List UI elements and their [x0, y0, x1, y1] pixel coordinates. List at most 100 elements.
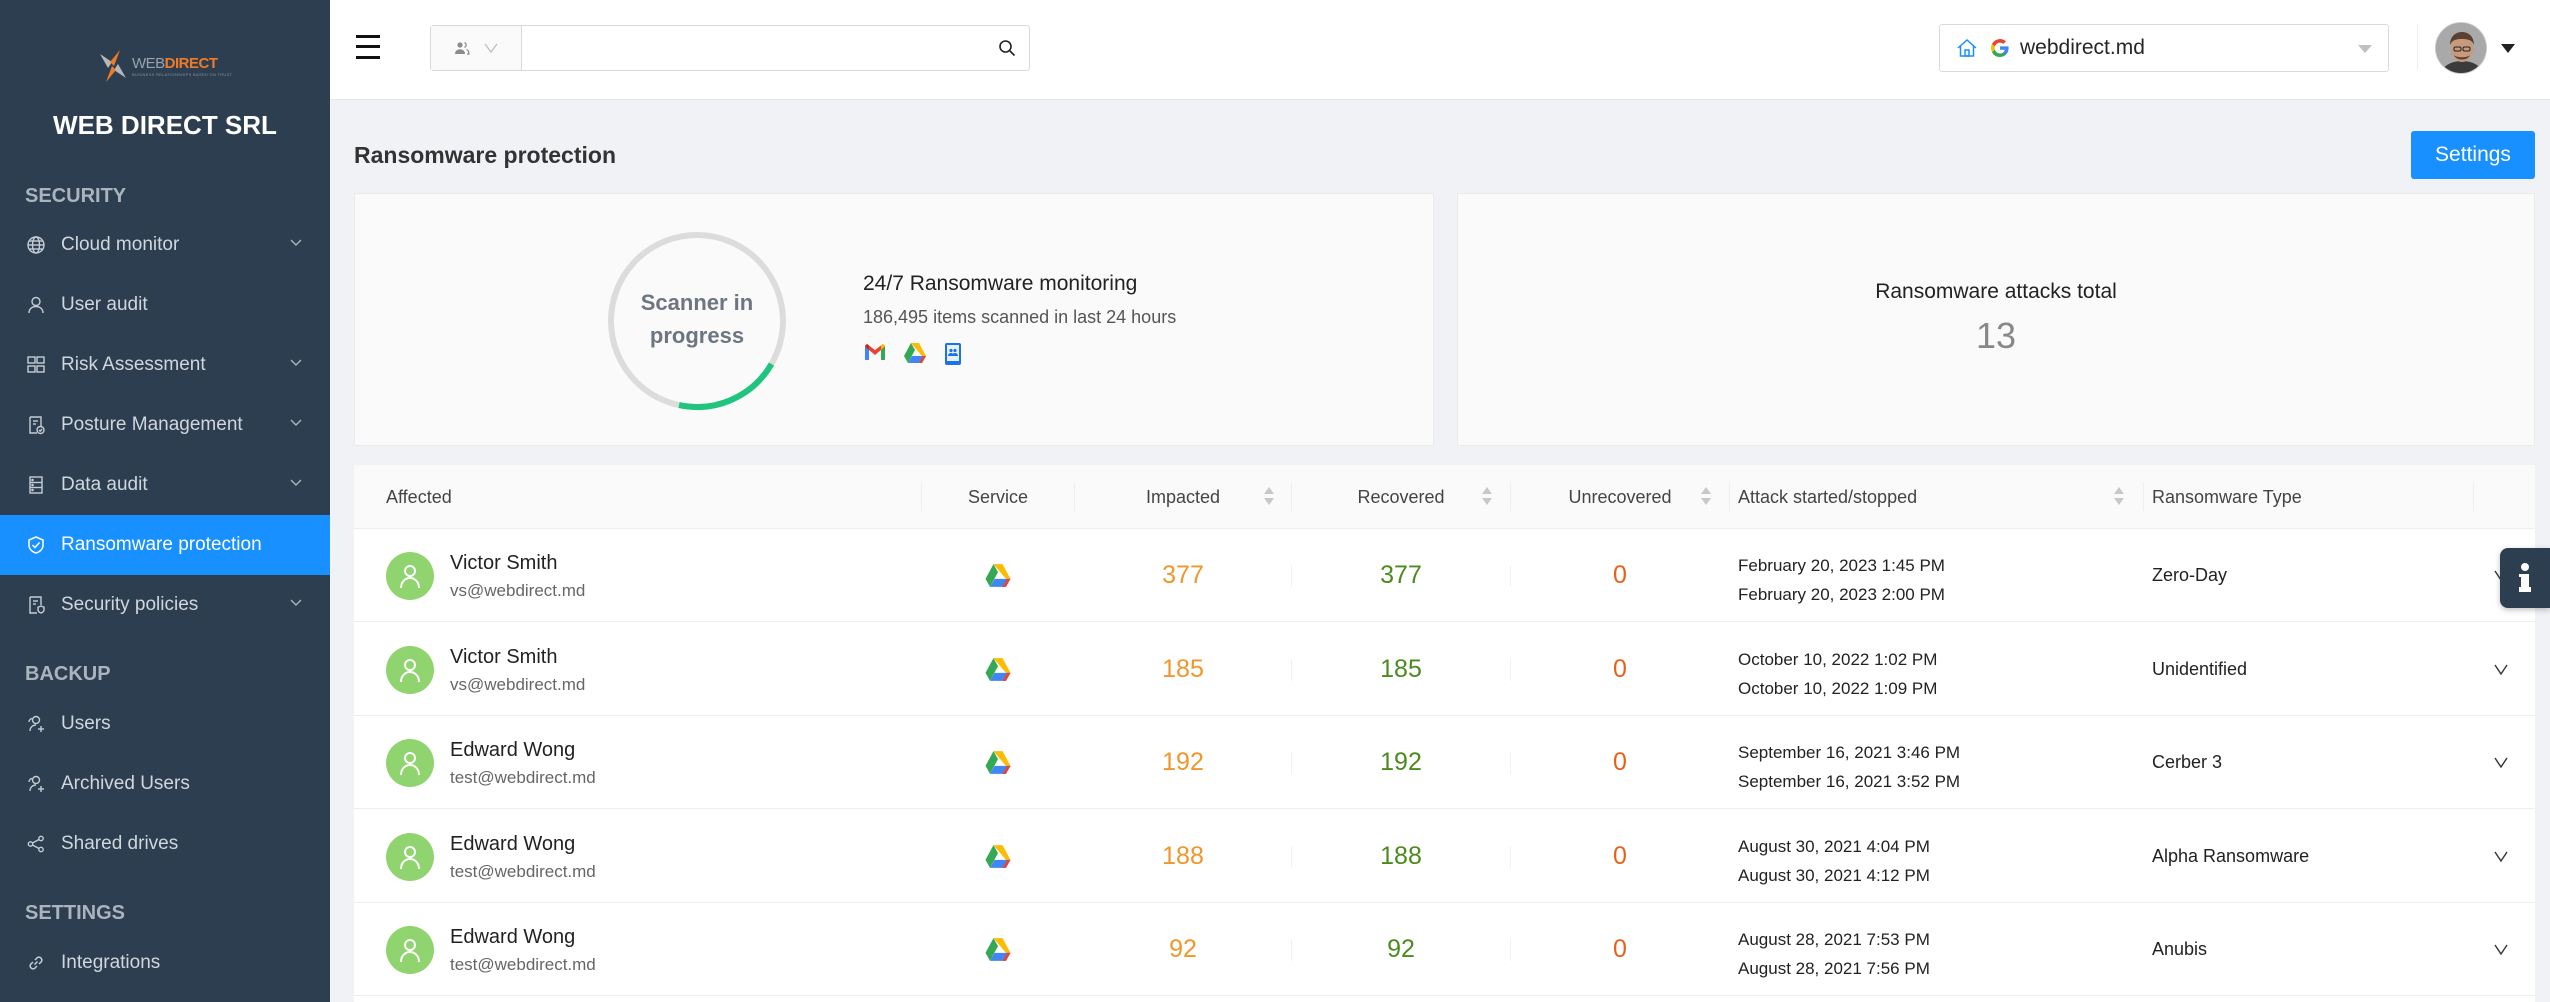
search-scope-dropdown[interactable]	[431, 26, 522, 70]
logo-mark-icon	[98, 48, 128, 84]
grid-icon	[25, 354, 47, 376]
sidebar-item-cloud-monitor[interactable]: Cloud monitor	[0, 215, 330, 275]
sort-icon[interactable]	[1482, 487, 1492, 507]
sidebar-item-label: Security policies	[61, 594, 199, 615]
search-icon	[999, 40, 1016, 57]
recovered-count: 192	[1380, 748, 1422, 776]
user-avatar-icon	[386, 739, 434, 787]
domain-selector[interactable]: webdirect.md	[1939, 24, 2389, 72]
expand-row-chevron-icon[interactable]	[2492, 660, 2510, 678]
sidebar-item-users[interactable]: Users	[0, 694, 330, 754]
sidebar-item-label: Users	[61, 713, 111, 734]
users-add-icon	[25, 773, 47, 795]
monitored-services	[863, 342, 963, 366]
ransomware-type: Unidentified	[2152, 658, 2248, 679]
affected-user-name: Victor Smith	[450, 552, 558, 574]
attack-started: September 16, 2021 3:46 PM	[1738, 743, 1961, 762]
sidebar-item-integrations[interactable]: Integrations	[0, 933, 330, 993]
sidebar-item-risk-assessment[interactable]: Risk Assessment	[0, 335, 330, 395]
unrecovered-count: 0	[1613, 654, 1627, 683]
sidebar-item-label: Integrations	[61, 952, 161, 973]
monitoring-subtitle: 186,495 items scanned in last 24 hours	[863, 307, 1177, 327]
menu-toggle-button[interactable]	[356, 33, 380, 61]
sidebar-item-posture-management[interactable]: Posture Management	[0, 395, 330, 455]
affected-user-name: Victor Smith	[450, 645, 558, 668]
sidebar-item-archived-users[interactable]: Archived Users	[0, 754, 330, 814]
scanner-card: Scanner in progress 24/7 Ransomware moni…	[354, 193, 1434, 446]
affected-user-email: test@webdirect.md	[450, 861, 596, 881]
user-avatar-icon	[386, 645, 434, 694]
search-button[interactable]	[985, 26, 1029, 70]
globe-icon	[25, 234, 47, 256]
column-header-attack-time[interactable]: Attack started/stopped	[1738, 465, 1917, 529]
attack-times: September 16, 2021 3:46 PM September 16, …	[1738, 738, 1960, 796]
sort-icon[interactable]	[1701, 487, 1711, 507]
table-row[interactable]: Edward Wong test@webdirect.md 188 188 0 Augus…	[354, 810, 2535, 903]
logo-tagline: BUSINESS RELATIONSHIPS BASED ON TRUST	[132, 71, 233, 77]
expand-row-chevron-icon[interactable]	[2492, 847, 2510, 865]
info-button[interactable]	[2500, 548, 2550, 608]
sidebar-item-user-audit[interactable]: User audit	[0, 275, 330, 335]
domain-value: webdirect.md	[2020, 36, 2145, 59]
sidebar-item-shared-drives[interactable]: Shared drives	[0, 814, 330, 874]
service-cell	[922, 810, 1074, 903]
affected-user-email: test@webdirect.md	[450, 955, 596, 974]
unrecovered-count: 0	[1613, 561, 1627, 589]
table-row[interactable]: Victor Smith vs@webdirect.md 377 377 0 Februa…	[354, 529, 2535, 622]
column-header-impacted[interactable]: Impacted	[1075, 465, 1291, 529]
table-row[interactable]: Edward Wong test@webdirect.md 92 92 0 August …	[354, 903, 2535, 996]
unrecovered-count: 0	[1613, 748, 1627, 776]
sidebar-item-ransomware-protection[interactable]: Ransomware protection	[0, 515, 330, 575]
user-avatar-icon	[386, 552, 434, 600]
logo-word-direct: DIRECT	[164, 54, 218, 72]
sidebar-item-label: Posture Management	[61, 414, 243, 435]
expand-row-chevron-icon[interactable]	[2492, 753, 2510, 771]
attack-times: August 28, 2021 7:53 PM August 28, 2021 7…	[1738, 925, 1930, 983]
sort-icon[interactable]	[1264, 487, 1274, 507]
server-icon	[25, 474, 47, 496]
sidebar-item-label: Risk Assessment	[61, 354, 206, 375]
search-bar	[430, 25, 1030, 71]
top-header: webdirect.md	[330, 0, 2550, 100]
scanner-status: Scanner in progress	[640, 290, 754, 348]
company-logo[interactable]: WEBDIRECT BUSINESS RELATIONSHIPS BASED O…	[98, 46, 234, 86]
unrecovered-count: 0	[1613, 841, 1627, 870]
column-header-unrecovered[interactable]: Unrecovered	[1511, 465, 1729, 529]
service-cell	[922, 716, 1074, 809]
attacks-total-value: 13	[1975, 315, 2017, 356]
google-drive-icon	[985, 844, 1011, 868]
recovered-count: 185	[1380, 654, 1422, 683]
column-divider	[2143, 483, 2144, 511]
section-label-settings: SETTINGS	[25, 902, 126, 924]
affected-user-email: test@webdirect.md	[450, 768, 596, 787]
sort-icon[interactable]	[2114, 487, 2124, 507]
link-icon	[25, 952, 47, 974]
document-shield-icon	[25, 594, 47, 616]
google-drive-icon	[985, 657, 1011, 681]
sidebar-item-data-audit[interactable]: Data audit	[0, 455, 330, 515]
attack-times: February 20, 2023 1:45 PM February 20, 20…	[1738, 551, 1945, 609]
chevron-down-icon	[290, 359, 302, 366]
settings-button[interactable]: Settings	[2411, 131, 2535, 179]
user-menu-button[interactable]	[2435, 22, 2515, 74]
table-row[interactable]: Edward Wong test@webdirect.md 192 192 0 Septe…	[354, 716, 2535, 809]
attack-started: October 10, 2022 1:02 PM	[1738, 649, 1938, 669]
sidebar-item-security-policies[interactable]: Security policies	[0, 575, 330, 635]
google-drive-icon	[985, 751, 1011, 774]
google-drive-icon	[985, 938, 1011, 961]
organization-name: WEB DIRECT SRL	[53, 110, 277, 140]
attack-stopped: August 28, 2021 7:56 PM	[1738, 959, 1930, 978]
attack-times: October 10, 2022 1:02 PM October 10, 2022…	[1738, 645, 1937, 703]
attacks-total-card: Ransomware attacks total 13	[1457, 193, 2535, 446]
table-row[interactable]: Victor Smith vs@webdirect.md 185 185 0 Octobe…	[354, 623, 2535, 716]
search-input[interactable]	[522, 26, 985, 70]
ransomware-type: Alpha Ransomware	[2152, 845, 2310, 866]
sidebar-item-label: Cloud monitor	[61, 234, 180, 255]
attacks-total-title: Ransomware attacks total	[1875, 280, 2117, 303]
impacted-count: 377	[1162, 561, 1204, 589]
logo-word-web: WEB	[132, 54, 165, 72]
ransomware-type: Anubis	[2152, 939, 2208, 959]
column-header-recovered[interactable]: Recovered	[1292, 465, 1510, 529]
attack-stopped: February 20, 2023 2:00 PM	[1738, 585, 1945, 604]
expand-row-chevron-icon[interactable]	[2492, 940, 2510, 958]
